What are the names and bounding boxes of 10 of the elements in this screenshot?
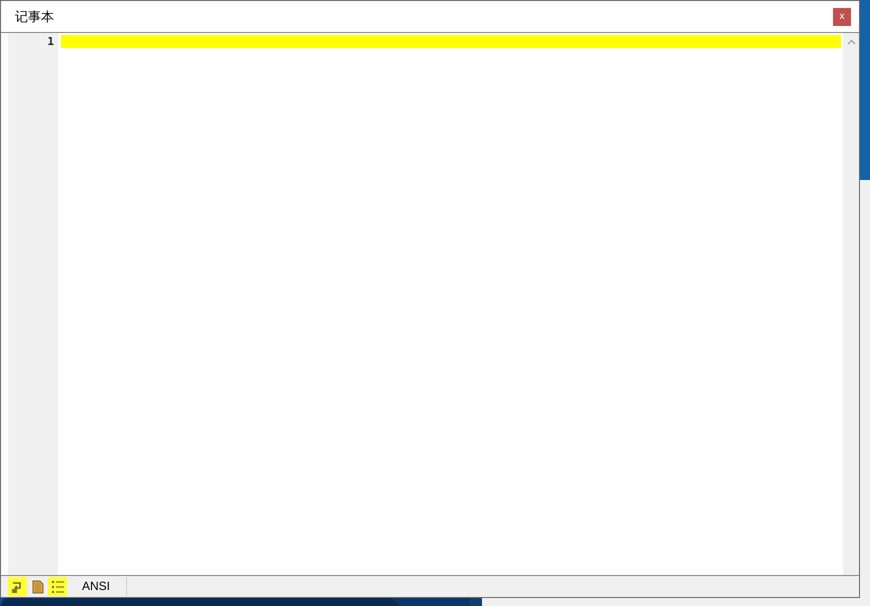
status-toggle-button[interactable]	[48, 577, 67, 596]
encoding-label: ANSI	[82, 577, 127, 596]
status-toggle-button[interactable]	[8, 577, 27, 596]
scroll-up-icon[interactable]	[846, 39, 856, 45]
close-button[interactable]: x	[833, 8, 851, 26]
line-number: 1	[46, 35, 55, 48]
scrollbar[interactable]	[843, 33, 859, 575]
list-icon	[50, 580, 64, 594]
document-icon	[32, 580, 44, 594]
window-title: 记事本	[15, 8, 55, 26]
